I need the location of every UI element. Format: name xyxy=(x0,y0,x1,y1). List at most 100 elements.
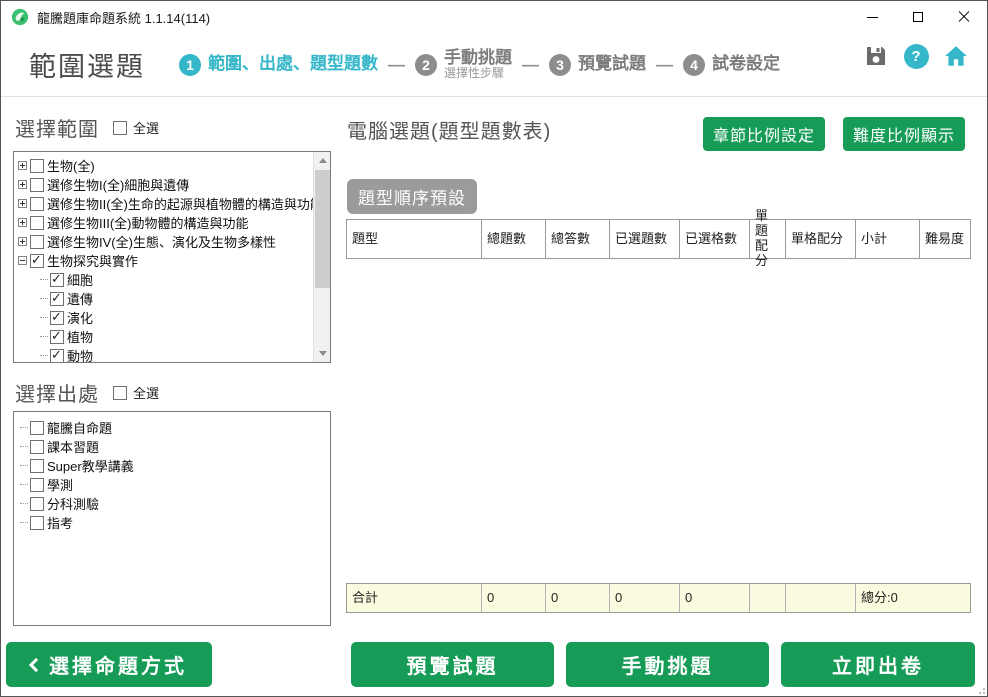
range-panel-title: 選擇範圍 xyxy=(15,113,99,142)
close-icon xyxy=(958,11,970,23)
back-to-method-button[interactable]: 選擇命題方式 xyxy=(6,642,212,687)
source-checkbox[interactable] xyxy=(30,421,44,435)
tree-connector xyxy=(40,298,48,299)
column-header: 單格配分 xyxy=(786,220,856,258)
step-label: 範圍、出處、題型題數 xyxy=(208,55,378,74)
wizard-step-4[interactable]: 4試卷設定 xyxy=(683,54,780,76)
source-checkbox[interactable] xyxy=(30,497,44,511)
minimize-button[interactable] xyxy=(849,1,895,33)
source-item[interactable]: 龍騰自命題 xyxy=(20,418,328,437)
step-texts: 手動挑題選擇性步驟 xyxy=(444,49,512,81)
wizard-step-2[interactable]: 2手動挑題選擇性步驟 xyxy=(415,49,512,81)
source-item[interactable]: Super教學講義 xyxy=(20,456,328,475)
tree-item-label: 選修生物III(全)動物體的構造與功能 xyxy=(47,213,249,232)
home-button[interactable] xyxy=(943,43,969,69)
app-logo-icon xyxy=(11,8,29,26)
tree-item[interactable]: 選修生物I(全)細胞與遺傳 xyxy=(18,175,328,194)
collapse-icon[interactable] xyxy=(18,256,27,265)
manual-pick-button[interactable]: 手動挑題 xyxy=(566,642,769,687)
expand-icon[interactable] xyxy=(18,199,27,208)
step-sublabel: 選擇性步驟 xyxy=(444,67,512,80)
resize-grip-icon[interactable] xyxy=(975,684,985,694)
header: 範圍選題 1範圍、出處、題型題數—2手動挑題選擇性步驟—3預覽試題—4試卷設定 … xyxy=(1,33,987,97)
tree-item[interactable]: 選修生物III(全)動物體的構造與功能 xyxy=(18,213,328,232)
expand-icon[interactable] xyxy=(18,237,27,246)
source-item-label: 課本習題 xyxy=(47,437,99,456)
close-button[interactable] xyxy=(941,1,987,33)
tree-checkbox[interactable] xyxy=(50,273,64,287)
range-tree-items: 生物(全)選修生物I(全)細胞與遺傳選修生物II(全)生命的起源與植物體的構造與… xyxy=(14,152,330,363)
tree-connector xyxy=(40,317,48,318)
tree-item[interactable]: 細胞 xyxy=(18,270,328,289)
tree-checkbox[interactable] xyxy=(30,159,44,173)
help-button[interactable]: ? xyxy=(903,43,929,69)
tree-item[interactable]: 演化 xyxy=(18,308,328,327)
wizard-step-3[interactable]: 3預覽試題 xyxy=(549,54,646,76)
tree-checkbox[interactable] xyxy=(30,254,44,268)
range-tree: 生物(全)選修生物I(全)細胞與遺傳選修生物II(全)生命的起源與植物體的構造與… xyxy=(13,151,331,363)
range-tree-scrollbar[interactable] xyxy=(313,152,330,362)
tree-item-label: 遺傳 xyxy=(67,289,93,308)
range-select-all-checkbox[interactable] xyxy=(113,121,127,135)
step-number-badge: 1 xyxy=(179,54,201,76)
tree-item[interactable]: 選修生物IV(全)生態、演化及生物多樣性 xyxy=(18,232,328,251)
preview-questions-button[interactable]: 預覽試題 xyxy=(351,642,554,687)
total-value-cell: 0 xyxy=(610,584,680,612)
expand-icon[interactable] xyxy=(18,161,27,170)
tree-item[interactable]: 植物 xyxy=(18,327,328,346)
source-panel-title: 選擇出處 xyxy=(15,378,99,407)
tree-checkbox[interactable] xyxy=(30,197,44,211)
expand-icon[interactable] xyxy=(18,180,27,189)
tree-item[interactable]: 選修生物II(全)生命的起源與植物體的構造與功能 xyxy=(18,194,328,213)
column-header: 已選格數 xyxy=(680,220,750,258)
maximize-button[interactable] xyxy=(895,1,941,33)
tree-checkbox[interactable] xyxy=(30,178,44,192)
step-separator: — xyxy=(522,55,539,75)
tree-checkbox[interactable] xyxy=(50,330,64,344)
tree-checkbox[interactable] xyxy=(50,292,64,306)
source-item[interactable]: 課本習題 xyxy=(20,437,328,456)
generate-exam-button[interactable]: 立即出卷 xyxy=(781,642,975,687)
tree-connector xyxy=(40,279,48,280)
source-checkbox[interactable] xyxy=(30,516,44,530)
scroll-up-icon[interactable] xyxy=(314,152,331,169)
expand-icon[interactable] xyxy=(18,218,27,227)
tree-item-label: 演化 xyxy=(67,308,93,327)
tree-connector xyxy=(40,355,48,356)
scroll-down-icon[interactable] xyxy=(314,345,331,362)
step-number-badge: 4 xyxy=(683,54,705,76)
tree-item[interactable]: 生物(全) xyxy=(18,156,328,175)
tree-item-label: 細胞 xyxy=(67,270,93,289)
tree-item[interactable]: 遺傳 xyxy=(18,289,328,308)
question-table-header: 題型總題數總答數已選題數已選格數單題配分單格配分小計難易度 xyxy=(346,219,971,259)
source-item[interactable]: 指考 xyxy=(20,513,328,532)
source-checkbox[interactable] xyxy=(30,478,44,492)
difficulty-ratio-button[interactable]: 難度比例顯示 xyxy=(843,117,965,151)
tree-connector xyxy=(40,336,48,337)
titlebar: 龍騰題庫命題系統 1.1.14(114) xyxy=(1,1,987,33)
tree-checkbox[interactable] xyxy=(30,216,44,230)
column-header: 總答數 xyxy=(546,220,610,258)
tree-checkbox[interactable] xyxy=(30,235,44,249)
source-panel-header: 選擇出處 全選 xyxy=(15,378,159,407)
chapter-ratio-button[interactable]: 章節比例設定 xyxy=(703,117,825,151)
save-button[interactable] xyxy=(863,43,889,69)
source-checkbox[interactable] xyxy=(30,440,44,454)
tree-connector xyxy=(20,427,28,428)
step-label: 預覽試題 xyxy=(578,55,646,74)
source-select-all-checkbox[interactable] xyxy=(113,386,127,400)
tree-item[interactable]: 動物 xyxy=(18,346,328,363)
tree-item[interactable]: 生物探究與實作 xyxy=(18,251,328,270)
column-header: 題型 xyxy=(347,220,482,258)
tree-checkbox[interactable] xyxy=(50,349,64,363)
tree-checkbox[interactable] xyxy=(50,311,64,325)
scrollbar-thumb[interactable] xyxy=(315,170,330,288)
minimize-icon xyxy=(867,17,878,18)
source-checkbox[interactable] xyxy=(30,459,44,473)
column-header: 總題數 xyxy=(482,220,546,258)
question-order-preset-button[interactable]: 題型順序預設 xyxy=(347,179,477,214)
wizard-step-1[interactable]: 1 範圍、出處、題型題數 xyxy=(179,54,378,76)
source-item-label: 分科測驗 xyxy=(47,494,99,513)
source-item[interactable]: 學測 xyxy=(20,475,328,494)
source-item[interactable]: 分科測驗 xyxy=(20,494,328,513)
